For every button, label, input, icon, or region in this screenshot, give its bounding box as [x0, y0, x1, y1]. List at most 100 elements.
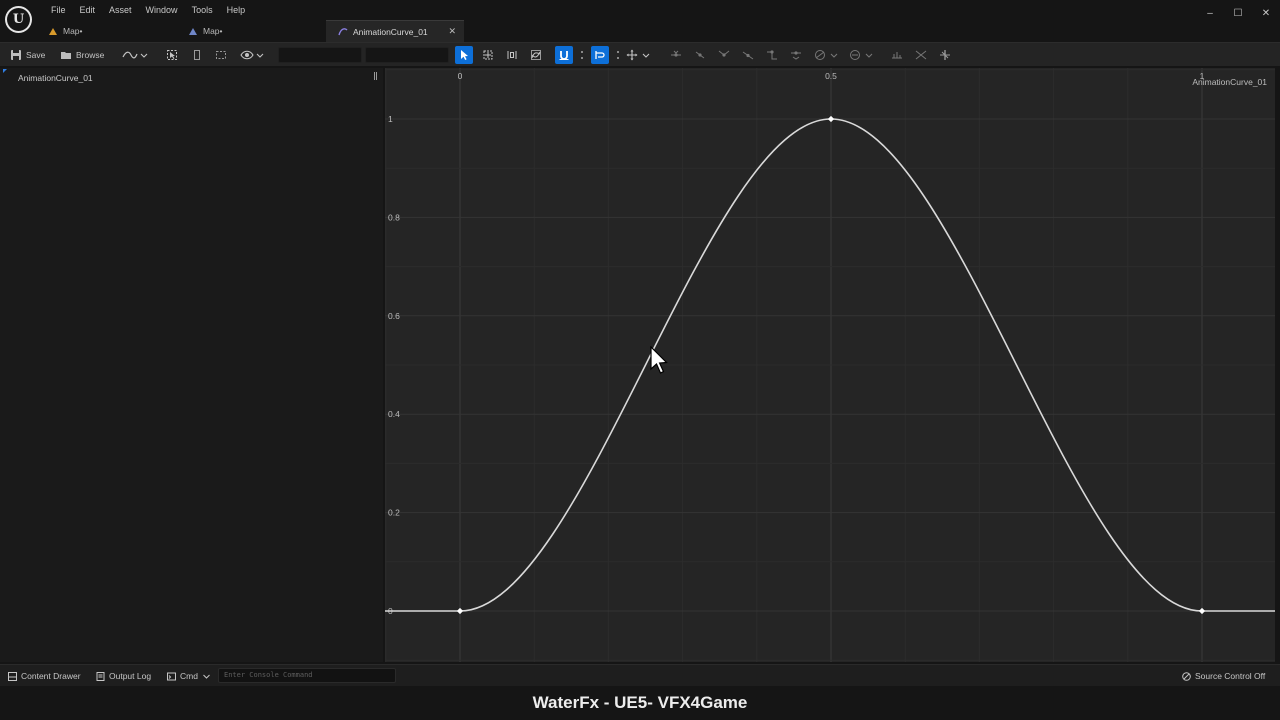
grid [385, 68, 1275, 662]
curve-graph[interactable]: 0 0.5 1 0 0.2 0.4 0.6 0.8 1 AnimationCurve_01 [385, 68, 1275, 662]
menu-edit[interactable]: Edit [73, 3, 103, 17]
select-icon [167, 50, 177, 60]
curve-graph-canvas[interactable]: 0 0.5 100.20.40.60.81 [385, 68, 1275, 662]
select-keys-button[interactable] [163, 46, 181, 64]
content-drawer-icon [8, 671, 17, 681]
multi-scale-tool-button[interactable] [527, 46, 545, 64]
menu-help[interactable]: Help [220, 3, 253, 17]
frame-all-button[interactable] [212, 46, 230, 64]
tangent-user-icon [695, 51, 705, 59]
curve-key[interactable] [456, 607, 464, 615]
frame-selection-button[interactable] [188, 46, 206, 64]
chevron-down-icon [203, 674, 210, 679]
flip-curve-button[interactable] [936, 46, 954, 64]
save-button[interactable]: Save [10, 46, 45, 64]
cmd-label: Cmd [180, 671, 198, 681]
toolbar-separator [616, 48, 619, 62]
reduce-keys-icon [915, 50, 927, 60]
flatten-tangent-button[interactable] [787, 46, 805, 64]
tab-label: Map• [63, 26, 83, 36]
normalize-icon [892, 52, 902, 59]
logo-glyph: U [7, 8, 30, 31]
save-icon [11, 50, 21, 60]
flip-curve-icon [940, 50, 950, 60]
snap-time-icon [595, 51, 605, 59]
content-drawer-button[interactable]: Content Drawer [8, 669, 81, 683]
reduce-keys-button[interactable] [912, 46, 930, 64]
eye-icon [240, 50, 264, 60]
linear-interp-button[interactable] [739, 46, 757, 64]
output-log-label: Output Log [109, 671, 152, 681]
tree-item-animation-curve[interactable]: AnimationCurve_01 [18, 73, 93, 83]
output-log-icon [96, 671, 105, 681]
folder-icon [61, 52, 71, 59]
curve-filter-dropdown[interactable] [813, 46, 841, 64]
tab-map-2[interactable]: Map• [176, 20, 326, 42]
snap-time-button[interactable] [591, 46, 609, 64]
source-control-button[interactable]: Source Control Off [1182, 669, 1265, 683]
key-value-field[interactable] [365, 47, 449, 63]
curve-key[interactable] [827, 115, 835, 123]
y-tick-label: 0.8 [388, 212, 400, 222]
menu-window[interactable]: Window [139, 3, 185, 17]
retime-tool-button[interactable] [503, 46, 521, 64]
tab-map-1[interactable]: Map• [36, 20, 176, 42]
axis-labels: 0 0.5 100.20.40.60.81 [388, 71, 1205, 616]
curve-wave-icon [122, 51, 148, 59]
title-bar: U File Edit Asset Window Tools Help Map•… [0, 0, 1280, 42]
y-tick-label: 0.6 [388, 311, 400, 321]
select-tool-button[interactable] [455, 46, 473, 64]
curve-key[interactable] [1198, 607, 1206, 615]
menu-tools[interactable]: Tools [185, 3, 220, 17]
close-window-button[interactable]: ✕ [1252, 0, 1280, 26]
video-caption: WaterFx - UE5- VFX4Game [0, 686, 1280, 720]
source-control-off-icon [1182, 671, 1191, 681]
curve-view-mode-dropdown[interactable] [122, 46, 150, 64]
unreal-logo-icon[interactable]: U [5, 6, 32, 33]
normalize-view-button[interactable] [888, 46, 906, 64]
move-icon [626, 49, 650, 61]
tangent-visibility-dropdown[interactable] [848, 46, 876, 64]
menu-file[interactable]: File [44, 3, 73, 17]
filter-curves-icon [815, 50, 838, 60]
axis-snapping-dropdown[interactable] [626, 46, 652, 64]
cmd-dropdown[interactable]: Cmd [167, 669, 211, 683]
level-map-icon [49, 28, 57, 35]
status-bar: Content Drawer Output Log Cmd Enter Cons… [0, 664, 1280, 686]
caption-text: WaterFx - UE5- VFX4Game [532, 693, 748, 712]
view-options-dropdown[interactable] [240, 46, 266, 64]
snap-value-button[interactable] [555, 46, 573, 64]
curve-editor-toolbar: Save Browse [0, 42, 1280, 66]
output-log-button[interactable]: Output Log [96, 669, 151, 683]
key-time-field[interactable] [278, 47, 362, 63]
x-tick-label: 0 [458, 71, 463, 81]
console-command-input[interactable]: Enter Console Command [218, 668, 396, 683]
user-tangent-button[interactable] [691, 46, 709, 64]
maximize-button[interactable]: ☐ [1224, 0, 1252, 26]
break-tangent-button[interactable] [715, 46, 733, 64]
interp-constant-icon [767, 50, 777, 60]
interp-linear-icon [742, 51, 754, 60]
menu-asset[interactable]: Asset [102, 3, 139, 17]
y-tick-label: 0.2 [388, 508, 400, 518]
y-tick-label: 1 [388, 114, 393, 124]
content-drawer-label: Content Drawer [21, 671, 81, 681]
auto-tangent-button[interactable] [667, 46, 685, 64]
x-tick-label: 0.5 [825, 71, 837, 81]
source-control-label: Source Control Off [1195, 671, 1266, 681]
browse-button[interactable]: Browse [60, 46, 104, 64]
tab-animation-curve[interactable]: AnimationCurve_01 ✕ [326, 20, 464, 42]
minimize-button[interactable]: – [1196, 0, 1224, 26]
transform-tool-button[interactable] [479, 46, 497, 64]
close-icon[interactable]: ✕ [448, 26, 456, 37]
curves-icon [531, 50, 541, 60]
document-tabs: Map• Map• AnimationCurve_01 ✕ [36, 20, 464, 42]
tangent-visibility-icon [850, 50, 873, 60]
retime-icon [507, 51, 517, 59]
constant-interp-button[interactable] [763, 46, 781, 64]
splitter-handle[interactable] [374, 72, 377, 80]
tangent-auto-icon [671, 50, 681, 57]
tangent-break-icon [718, 50, 730, 57]
selection-marker-icon [3, 69, 7, 73]
curve-asset-icon [338, 27, 348, 35]
